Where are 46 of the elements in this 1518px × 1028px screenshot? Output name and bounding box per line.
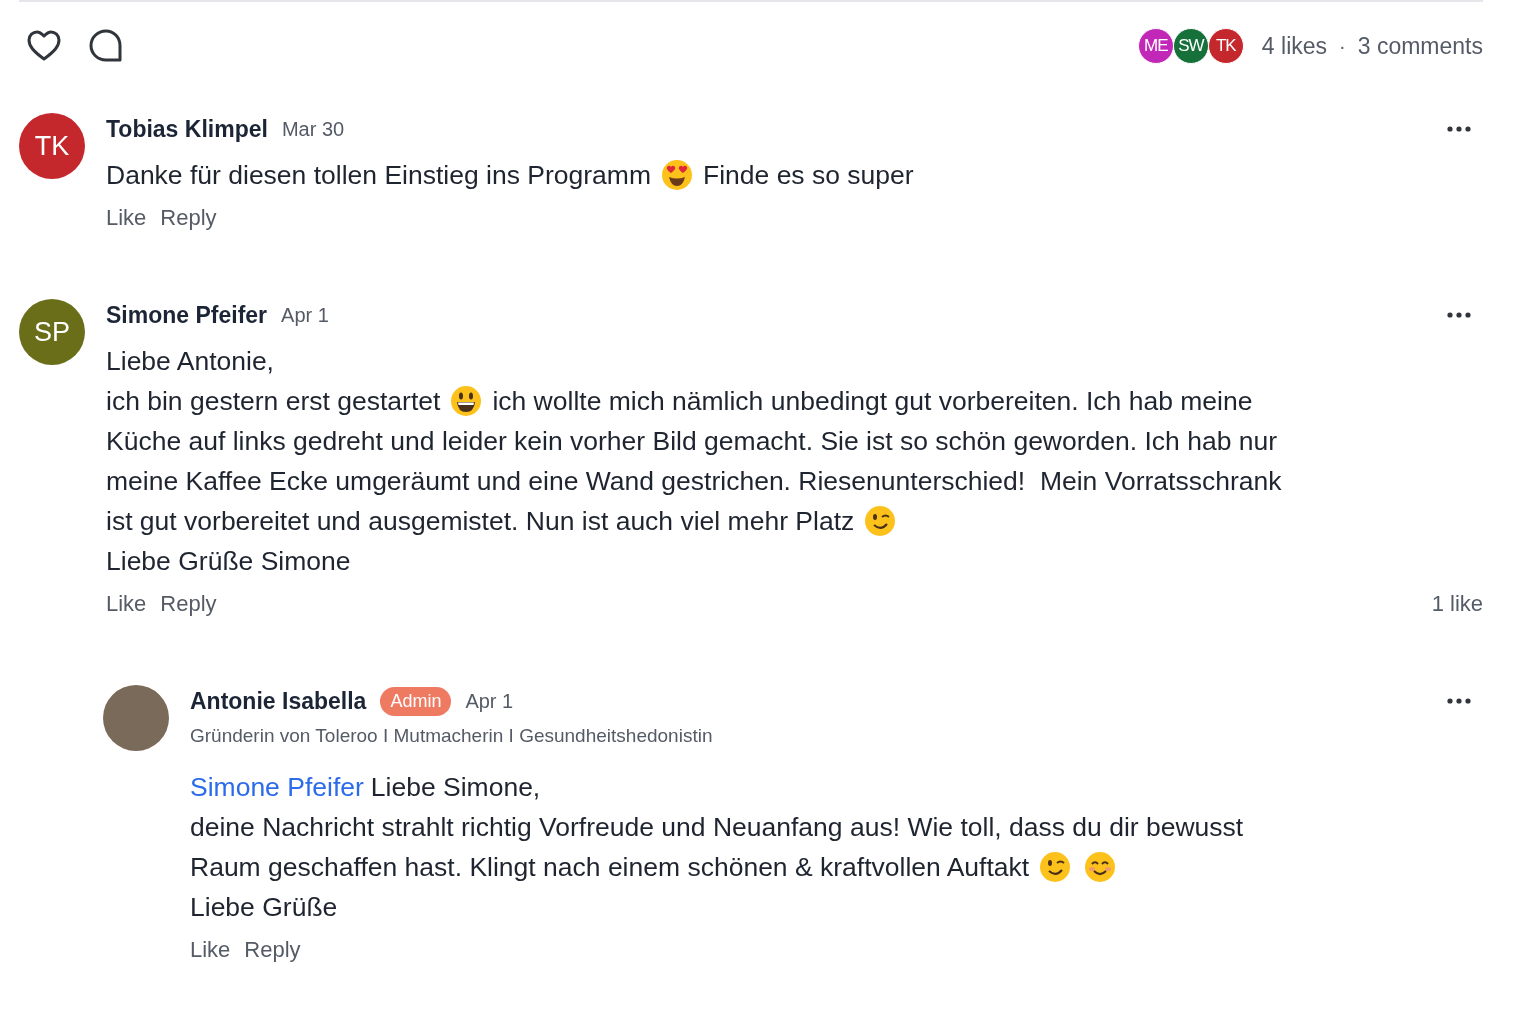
comment-text: Küche auf links gedreht und leider kein vorher Bild gemacht. Sie ist so schön geworden. Ich hab nur bbox=[106, 425, 1278, 458]
smiley-icon bbox=[864, 505, 897, 537]
smiley-icon bbox=[1039, 851, 1072, 883]
comment-text: Liebe Grüße bbox=[190, 891, 338, 924]
like-button[interactable]: Like bbox=[106, 205, 147, 231]
author-name[interactable]: Tobias Klimpel bbox=[106, 115, 268, 143]
comment-text: ich bin gestern erst gestartet bbox=[106, 385, 441, 418]
comment-date[interactable]: Mar 30 bbox=[281, 117, 345, 141]
separator-dot: · bbox=[1339, 34, 1346, 58]
smiley-icon bbox=[1084, 851, 1117, 883]
comment-text: Liebe Antonie, bbox=[106, 345, 274, 378]
comment-text: Finde es so super bbox=[703, 159, 914, 192]
user-headline: Gründerin von Toleroo I Mutmacherin I Gesundheitshedonistin bbox=[190, 725, 714, 747]
reply-button[interactable]: Reply bbox=[160, 591, 217, 617]
user-avatar[interactable]: TK bbox=[1207, 28, 1244, 64]
user-avatar[interactable]: TK bbox=[19, 113, 85, 179]
mention-link[interactable]: Simone Pfeifer bbox=[190, 767, 364, 807]
like-button[interactable]: Like bbox=[190, 937, 231, 963]
comment-icon[interactable] bbox=[87, 27, 125, 65]
user-avatar[interactable]: SW bbox=[1172, 28, 1209, 64]
comment-text: Danke für diesen tollen Einstieg ins Programm bbox=[106, 159, 651, 192]
comment-text: Raum geschaffen hast. Klingt nach einem schönen & kraftvollen Auftakt bbox=[190, 851, 1030, 884]
smiley-icon bbox=[661, 159, 693, 191]
reply-button[interactable]: Reply bbox=[160, 205, 217, 231]
comment-date[interactable]: Apr 1 bbox=[465, 689, 514, 713]
like-count[interactable]: 1 like bbox=[1431, 591, 1483, 617]
more-icon[interactable] bbox=[1447, 698, 1471, 704]
comments-count[interactable]: 3 comments bbox=[1357, 32, 1483, 60]
comment-date[interactable]: Apr 1 bbox=[281, 303, 329, 327]
comment-text: deine Nachricht strahlt richtig Vorfreude und Neuanfang aus! Wie toll, dass du dir bewusst bbox=[190, 811, 1244, 844]
reply-button[interactable]: Reply bbox=[244, 937, 301, 963]
more-icon[interactable] bbox=[1447, 126, 1471, 132]
comment-text: ist gut vorbereitet und ausgemistet. Nun ist auch viel mehr Platz bbox=[106, 505, 855, 538]
user-avatar[interactable]: SP bbox=[19, 299, 85, 365]
like-button[interactable]: Like bbox=[106, 591, 147, 617]
comment-text: ich wollte mich nämlich unbedingt gut vorbereiten. Ich hab meine bbox=[492, 385, 1253, 418]
author-name[interactable]: Antonie Isabella bbox=[190, 687, 367, 715]
comment-text: Liebe Simone, bbox=[370, 771, 541, 804]
likes-count[interactable]: 4 likes bbox=[1261, 32, 1328, 60]
user-avatar[interactable]: ME bbox=[1137, 28, 1174, 64]
more-icon[interactable] bbox=[1447, 312, 1471, 318]
comment-text: meine Kaffee Ecke umgeräumt und eine Wand gestrichen. Riesenunterschied! Mein Vorratsschrank bbox=[106, 465, 1282, 498]
role-badge: Admin bbox=[380, 686, 452, 716]
author-name[interactable]: Simone Pfeifer bbox=[106, 301, 268, 329]
comment-text: Liebe Grüße Simone bbox=[106, 545, 351, 578]
smiley-icon bbox=[450, 385, 483, 417]
